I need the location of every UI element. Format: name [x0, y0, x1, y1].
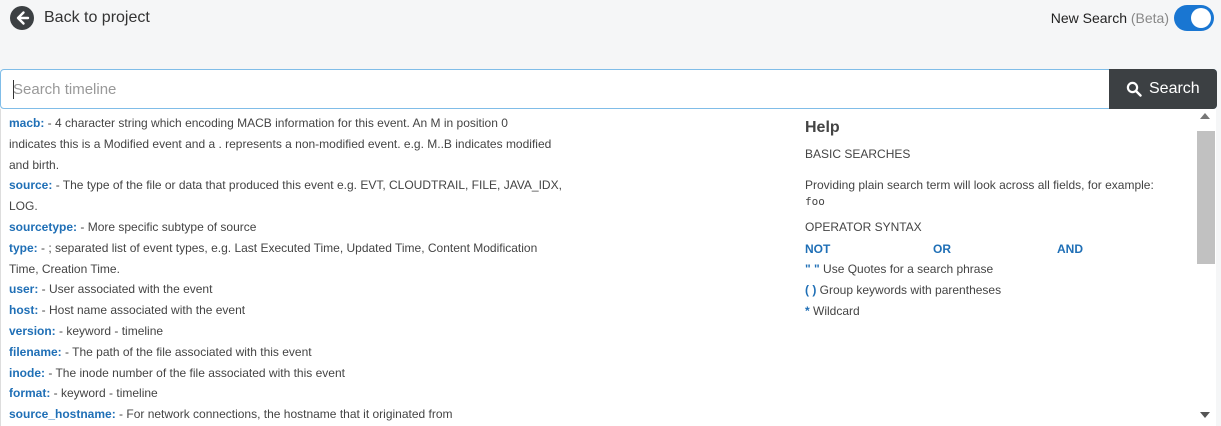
field-key: version: [9, 323, 56, 338]
scroll-down-arrow-icon[interactable] [1200, 412, 1210, 418]
field-suggestion-item[interactable]: macb: - 4 character string which encodin… [9, 113, 599, 175]
field-suggestion-item[interactable]: source: - The type of the file or data t… [9, 175, 599, 217]
field-key: format: [9, 386, 51, 401]
operator-or[interactable]: OR [933, 242, 951, 256]
field-description: - keyword - timeline [50, 386, 158, 401]
new-search-text: New Search [1050, 10, 1127, 26]
suggestions-panel: macb: - 4 character string which encodin… [0, 109, 1216, 426]
field-list: macb: - 4 character string which encodin… [9, 113, 599, 425]
field-key: source_hostname: [9, 407, 116, 422]
help-section: Help BASIC SEARCHES Providing plain sear… [805, 119, 1185, 325]
field-description: - 4 character string which encoding MACB… [44, 116, 508, 130]
wildcard-tip-text: Wildcard [809, 304, 860, 318]
tip-quotes: " " Use Quotes for a search phrase [805, 262, 1185, 277]
search-icon [1126, 81, 1142, 97]
field-key: macb: [9, 116, 45, 130]
toggle-knob [1191, 8, 1211, 28]
field-description: - User associated with the event [38, 282, 213, 297]
field-description: - The path of the file associated with t… [61, 344, 312, 359]
field-description: - More specific subtype of source [77, 219, 257, 234]
field-suggestion-item[interactable]: version: - keyword - timeline [9, 321, 599, 342]
field-suggestion-item[interactable]: format: - keyword - timeline [9, 383, 599, 404]
operator-not[interactable]: NOT [805, 242, 830, 256]
field-key: filename: [9, 344, 62, 359]
search-button-label: Search [1149, 80, 1200, 97]
beta-label: (Beta) [1130, 10, 1169, 26]
tip-parentheses: ( ) Group keywords with parentheses [805, 283, 1185, 298]
quotes-tip-text: Use Quotes for a search phrase [819, 262, 994, 276]
field-description: - ; separated list of event types, e.g. … [37, 240, 538, 255]
help-title: Help [805, 119, 840, 136]
field-description: - Host name associated with the event [38, 303, 246, 318]
field-description-continued: Time, Creation Time. [9, 261, 120, 276]
field-key: sourcetype: [9, 219, 78, 234]
field-description: - The type of the file or data that prod… [52, 178, 562, 193]
new-search-label: New Search (Beta) [1051, 10, 1169, 26]
search-button[interactable]: Search [1109, 69, 1217, 109]
top-bar: Back to project New Search (Beta) [0, 0, 1221, 40]
field-key: type: [9, 240, 38, 255]
operator-syntax-heading: OPERATOR SYNTAX [805, 220, 922, 234]
field-key: user: [9, 282, 39, 297]
field-suggestion-item[interactable]: inode: - The inode number of the file as… [9, 363, 599, 384]
field-description-continued: and birth. [9, 157, 60, 172]
back-arrow-icon[interactable] [10, 6, 34, 30]
tip-wildcard: * Wildcard [805, 304, 1185, 319]
field-description: - For network connections, the hostname … [115, 407, 453, 422]
field-suggestion-item[interactable]: sourcetype: - More specific subtype of s… [9, 217, 599, 238]
basic-searches-text: Providing plain search term will look ac… [805, 177, 1185, 210]
search-input[interactable] [1, 70, 1109, 108]
field-suggestion-item[interactable]: type: - ; separated list of event types,… [9, 238, 599, 280]
quotes-symbol: " " [805, 262, 820, 276]
field-description: - keyword - timeline [55, 323, 164, 338]
field-suggestion-item[interactable]: filename: - The path of the file associa… [9, 342, 599, 363]
new-search-toggle[interactable] [1174, 5, 1214, 31]
search-bar: Search [0, 69, 1217, 109]
scroll-up-arrow-icon[interactable] [1200, 113, 1210, 119]
field-key: host: [9, 303, 39, 318]
text-caret [13, 80, 14, 99]
operator-list: NOT OR AND [805, 242, 1185, 262]
parentheses-tip-text: Group keywords with parentheses [816, 283, 1002, 297]
back-to-project-link[interactable]: Back to project [44, 9, 150, 27]
basic-searches-description: Providing plain search term will look ac… [805, 178, 1154, 192]
field-suggestion-item[interactable]: host: - Host name associated with the ev… [9, 300, 599, 321]
field-description-continued: indicates this is a Modified event and a… [9, 136, 552, 151]
field-key: source: [9, 178, 53, 193]
field-suggestion-item[interactable]: source_hostname: - For network connectio… [9, 404, 599, 425]
field-description-continued: LOG. [9, 199, 38, 214]
basic-searches-example: foo [805, 195, 825, 208]
scrollbar-thumb[interactable] [1197, 131, 1215, 264]
basic-searches-heading: BASIC SEARCHES [805, 147, 911, 161]
parentheses-symbol: ( ) [805, 283, 817, 297]
field-description: - The inode number of the file associate… [45, 365, 345, 380]
field-suggestion-item[interactable]: user: - User associated with the event [9, 279, 599, 300]
operator-and[interactable]: AND [1057, 242, 1083, 256]
field-key: inode: [9, 365, 45, 380]
